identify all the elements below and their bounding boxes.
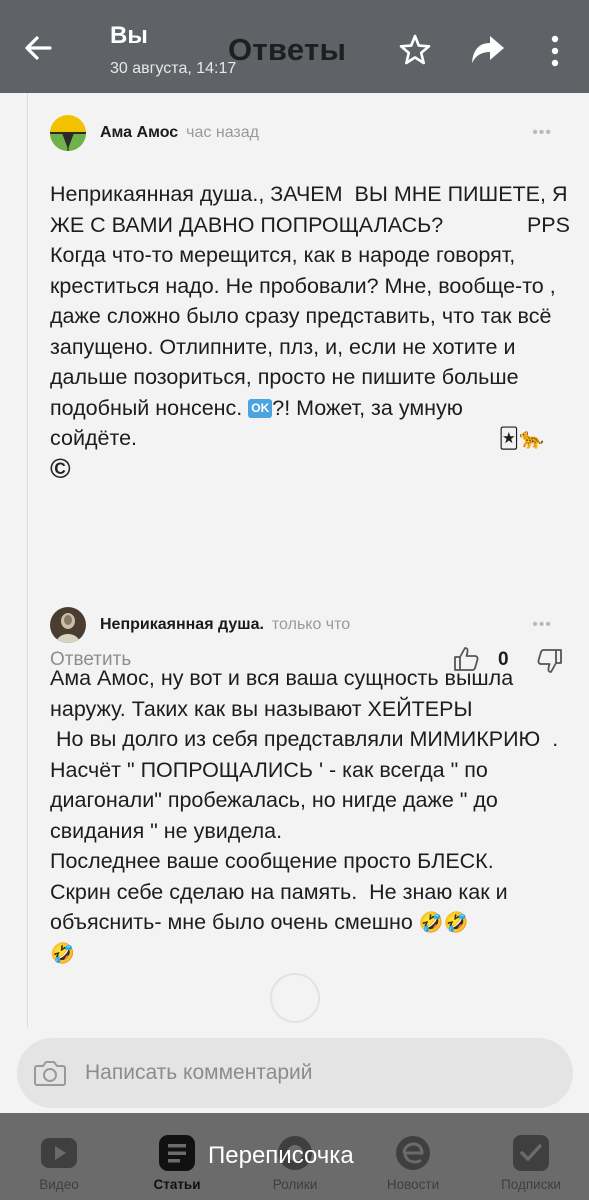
comment-menu-icon[interactable]: ••• [532, 616, 552, 634]
comment-text-last: сойдёте. [50, 426, 137, 450]
comment-placeholder: Написать комментарий [85, 1061, 313, 1084]
comment-text: Неприкаянная душа., ЗАЧЕМ ВЫ МНЕ ПИШЕТЕ,… [50, 179, 570, 486]
pps-label: PPS [526, 212, 570, 237]
share-arrow-icon[interactable] [470, 33, 506, 67]
nav-label: Ролики [272, 1177, 318, 1192]
joker-emoji-icon: 🃏 [498, 428, 520, 450]
nav-label: Видео [39, 1177, 79, 1192]
author-name: Ама Амос [100, 124, 179, 141]
post-date: 30 августа, 14:17 [110, 60, 237, 77]
comment-author[interactable]: Ама Амос час назад [100, 124, 259, 142]
comment-text-tail: ?! Может, за умную [272, 395, 463, 420]
camera-icon[interactable] [33, 1057, 67, 1089]
nav-label: Подписки [501, 1177, 561, 1192]
arrow-left-icon[interactable] [20, 30, 56, 66]
comment-text-continued: Когда что-то мерещится, как в народе гов… [50, 243, 562, 420]
app-header: Вы 30 августа, 14:17 Ответы [0, 0, 589, 93]
nav-label: Новости [386, 1177, 440, 1192]
comment-menu-icon[interactable]: ••• [532, 124, 552, 142]
comment-time: час назад [186, 124, 259, 141]
comment-text-main: Неприкаянная душа., ЗАЧЕМ ВЫ МНЕ ПИШЕТЕ,… [50, 182, 574, 237]
emoji-group: 🃏🐆 [499, 423, 544, 454]
laughing-emoji-icon: 🤣 [50, 942, 75, 965]
copyright-icon: © [50, 452, 71, 484]
vertical-dots-icon[interactable] [542, 32, 568, 70]
video-play-icon [39, 1133, 79, 1173]
comment-author[interactable]: Неприкаянная душа. только что [100, 616, 350, 634]
comment: Ама Амос час назад ••• Неприкаянная душа.… [50, 113, 570, 486]
thread-line [27, 93, 28, 1028]
author-name: Неприкаянная душа. [100, 616, 264, 633]
comment-time: только что [271, 616, 351, 633]
subscriptions-icon [511, 1133, 551, 1173]
avatar[interactable] [50, 607, 86, 643]
comment-text: Ама Амос, ну вот и вся ваша сущность выш… [50, 663, 570, 968]
comment-input[interactable]: Написать комментарий [17, 1038, 573, 1108]
news-icon [393, 1133, 433, 1173]
nav-item-video[interactable]: Видео [0, 1113, 118, 1200]
avatar[interactable] [50, 115, 86, 151]
ok-emoji-icon: OK [248, 398, 273, 418]
comment-header: Неприкаянная душа. только что ••• [50, 605, 570, 645]
nav-label: Статьи [153, 1177, 201, 1192]
loading-spinner-icon [270, 973, 320, 1023]
comments-thread: Ама Амос час назад ••• Неприкаянная душа.… [0, 93, 589, 1113]
comment: Неприкаянная душа. только что ••• Ама Амо… [50, 605, 570, 968]
comment-header: Ама Амос час назад ••• [50, 113, 570, 153]
leopard-emoji-icon: 🐆 [519, 428, 544, 450]
articles-icon [157, 1133, 197, 1173]
nav-item-subscriptions[interactable]: Подписки [472, 1113, 589, 1200]
laughing-emoji-icon: 🤣🤣 [418, 912, 469, 934]
comment-text-body: Ама Амос, ну вот и вся ваша сущность выш… [50, 666, 559, 934]
page-title: Ответы [228, 32, 347, 67]
toast-message: Переписочка [208, 1142, 354, 1169]
channel-title: Вы [110, 22, 148, 49]
nav-item-news[interactable]: Новости [354, 1113, 472, 1200]
star-outline-icon[interactable] [398, 33, 432, 67]
